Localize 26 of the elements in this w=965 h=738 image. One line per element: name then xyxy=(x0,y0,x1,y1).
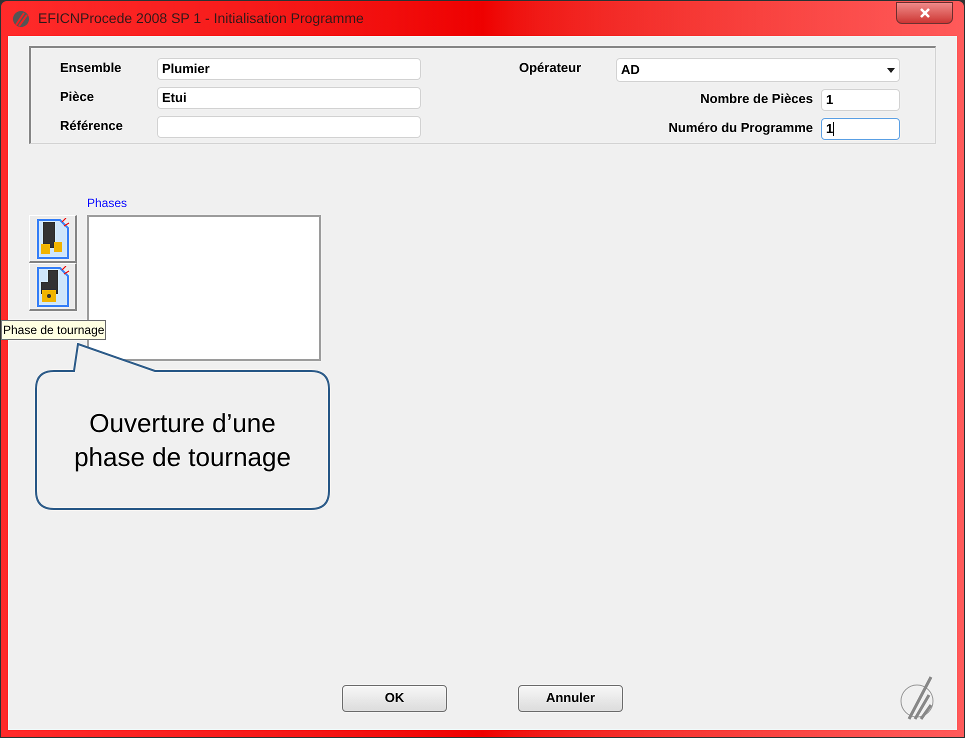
dialog-button[interactable]: OK xyxy=(342,684,447,712)
phases-label: Phases xyxy=(87,195,128,212)
app-logo-icon xyxy=(12,10,30,28)
text-field[interactable]: Plumier xyxy=(157,58,421,80)
field-label: Pièce xyxy=(60,88,95,106)
tool-button[interactable] xyxy=(29,263,77,311)
field-label: Numéro du Programme xyxy=(668,119,813,137)
tool-button[interactable] xyxy=(29,215,77,263)
text-field[interactable]: 1 xyxy=(821,118,900,140)
turning-tool-icon xyxy=(36,266,70,308)
callout-text: Ouverture d’une phase de tournage xyxy=(73,407,292,474)
text-field[interactable]: 1 xyxy=(821,89,900,111)
text-field[interactable] xyxy=(157,116,421,138)
dialog-button[interactable]: Annuler xyxy=(518,684,623,712)
close-button[interactable] xyxy=(896,2,953,24)
close-icon xyxy=(918,8,930,18)
field-label: Ensemble xyxy=(60,59,122,77)
field-label: Opérateur xyxy=(519,59,582,77)
field-label: Nombre de Pièces xyxy=(700,90,813,108)
dropdown-caret-icon xyxy=(887,68,895,72)
tooltip: Phase de tournage xyxy=(1,320,106,340)
turning-tool-icon xyxy=(36,218,70,260)
field-label: Référence xyxy=(60,117,124,135)
operator-dropdown[interactable]: AD xyxy=(616,58,900,82)
text-field[interactable]: Etui xyxy=(157,87,421,109)
window-title: EFICNProcede 2008 SP 1 - Initialisation Programme xyxy=(38,9,364,28)
